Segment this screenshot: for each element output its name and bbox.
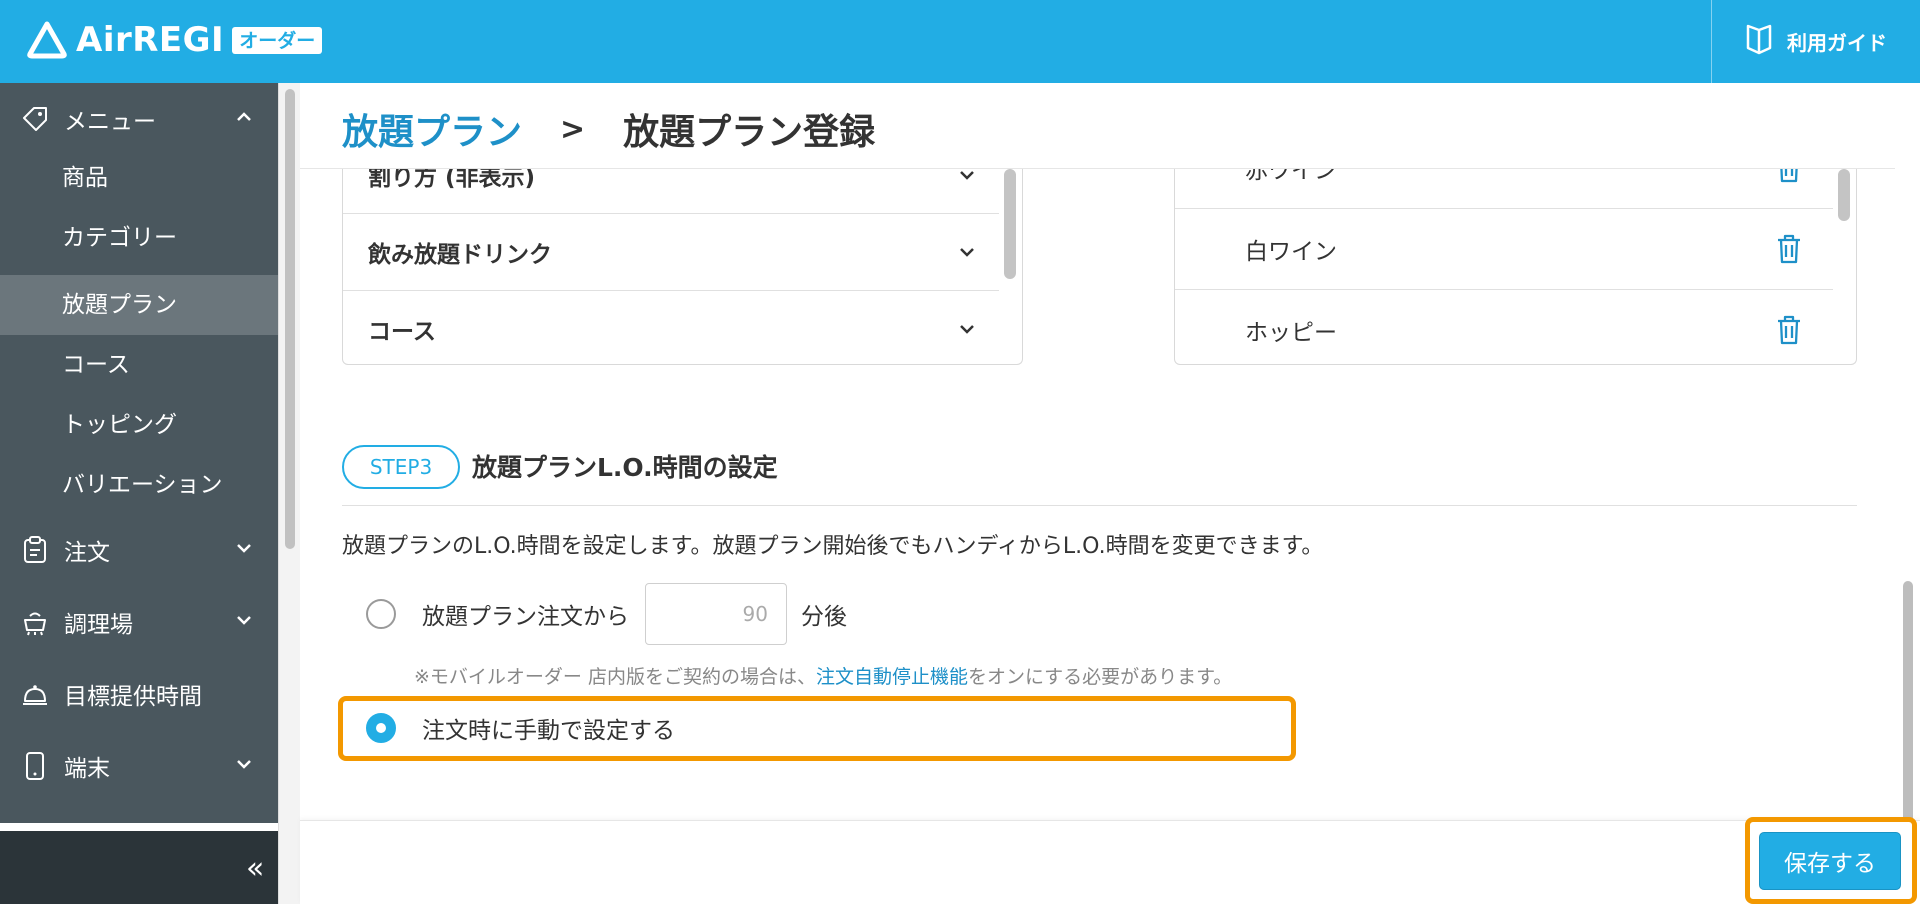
- chevron-down-icon: [957, 319, 977, 339]
- radio-button-off[interactable]: [366, 599, 396, 629]
- chevron-up-icon: [234, 107, 254, 127]
- sidebar-item-label: 注文: [64, 540, 110, 566]
- sidebar-sub-toppings[interactable]: トッピング: [0, 395, 278, 455]
- minutes-unit-label: 分後: [801, 604, 847, 630]
- triangle-logo-icon: [26, 20, 68, 60]
- sidebar-item-label: メニュー: [64, 109, 156, 135]
- sidebar-item-kitchen[interactable]: 調理場: [0, 592, 278, 652]
- sidebar-item-label: 目標提供時間: [64, 684, 202, 710]
- accordion-row-label: 飲み放題ドリンク: [368, 242, 552, 268]
- sidebar-sub-plans[interactable]: 放題プラン: [0, 275, 278, 335]
- sidebar-item-devices[interactable]: 端末: [0, 736, 278, 796]
- app-header: AirREGI オーダー 利用ガイド: [0, 0, 1920, 83]
- accordion-row-all-you-can-drink[interactable]: 飲み放題ドリンク: [343, 214, 999, 291]
- auto-stop-feature-link[interactable]: 注文自動停止機能: [816, 666, 968, 688]
- radio-option-minutes-after-order[interactable]: 放題プラン注文から 90 分後: [366, 583, 847, 645]
- sidebar-sub-categories[interactable]: カテゴリー: [0, 208, 278, 268]
- left-panel-scroll-thumb[interactable]: [1004, 169, 1016, 279]
- note-text: ※モバイルオーダー 店内版をご契約の場合は、: [414, 666, 816, 688]
- radio-label: 放題プラン注文から: [422, 604, 629, 630]
- sidebar-scrollbar[interactable]: [278, 83, 300, 904]
- sidebar-sub-products[interactable]: 商品: [0, 148, 278, 208]
- tag-icon: [20, 104, 50, 134]
- sidebar-item-label: 調理場: [64, 612, 133, 638]
- page-scrollbar[interactable]: [1895, 83, 1920, 891]
- highlight-frame: [338, 696, 1296, 761]
- step-title: 放題プランL.O.時間の設定: [472, 453, 778, 482]
- section-divider: [342, 505, 1857, 506]
- sidebar-item-target-time[interactable]: 目標提供時間: [0, 664, 278, 724]
- accordion-row-course[interactable]: コース: [343, 291, 999, 364]
- breadcrumb-separator: >: [560, 111, 586, 147]
- drink-row-red-wine: 赤ワイン: [1175, 169, 1833, 209]
- selected-drinks-panel: 赤ワイン 白ワイン ホッピー: [1174, 169, 1857, 365]
- logo-text: AirREGI: [76, 20, 225, 60]
- book-icon: [1745, 22, 1773, 61]
- chevron-down-icon: [234, 538, 254, 558]
- cloche-icon: [20, 679, 50, 709]
- note-text: をオンにする必要があります。: [967, 666, 1233, 688]
- chevron-down-icon: [957, 169, 977, 185]
- minutes-input[interactable]: 90: [645, 583, 787, 645]
- sidebar-item-menu[interactable]: メニュー: [0, 89, 278, 149]
- sidebar-sub-courses[interactable]: コース: [0, 335, 278, 395]
- drink-name: 白ワイン: [1245, 239, 1337, 265]
- drink-row-white-wine: 白ワイン: [1175, 209, 1833, 290]
- sidebar-footer: «: [0, 831, 300, 904]
- drink-name: ホッピー: [1245, 320, 1337, 346]
- action-footer: [300, 820, 1920, 904]
- collapse-sidebar-icon[interactable]: «: [246, 851, 276, 886]
- chevron-down-icon: [957, 242, 977, 262]
- right-panel-scroll-thumb[interactable]: [1838, 169, 1850, 221]
- accordion-row-label: コース: [368, 319, 436, 345]
- sidebar-sub-variations[interactable]: バリエーション: [0, 455, 278, 515]
- drink-row-hoppy: ホッピー: [1175, 290, 1833, 364]
- page-title: 放題プラン登録: [623, 112, 876, 153]
- sidebar-item-settings[interactable]: 設定: [0, 808, 278, 823]
- sidebar-item-label: 設定: [64, 821, 110, 823]
- sidebar-item-orders[interactable]: 注文: [0, 520, 278, 580]
- auto-stop-note: ※モバイルオーダー 店内版をご契約の場合は、注文自動停止機能をオンにする必要があ…: [414, 662, 1232, 689]
- trash-icon[interactable]: [1775, 169, 1803, 184]
- breadcrumb: 放題プラン > 放題プラン登録: [342, 103, 875, 155]
- drink-name: 赤ワイン: [1245, 169, 1337, 184]
- highlight-frame: [1745, 817, 1917, 904]
- step-badge: STEP3: [342, 445, 460, 489]
- logo-badge: オーダー: [232, 26, 323, 54]
- sidebar-item-label: 端末: [64, 756, 110, 782]
- trash-icon[interactable]: [1775, 314, 1803, 346]
- sidebar: メニュー 商品 カテゴリー 放題プラン コース トッピング バリエーション 注文…: [0, 83, 278, 823]
- smartphone-icon: [20, 751, 50, 781]
- accordion-row-label: 割り方 (非表示): [368, 169, 536, 191]
- chevron-down-icon: [234, 610, 254, 630]
- user-guide-button[interactable]: 利用ガイド: [1711, 0, 1920, 83]
- clipboard-icon: [20, 535, 50, 565]
- cooking-pot-icon: [20, 607, 50, 637]
- user-guide-label: 利用ガイド: [1787, 31, 1887, 55]
- sidebar-scroll-thumb[interactable]: [285, 89, 295, 549]
- airregi-logo[interactable]: AirREGI オーダー: [26, 20, 323, 60]
- accordion-row-split[interactable]: 割り方 (非表示): [343, 169, 999, 214]
- chevron-down-icon: [234, 754, 254, 774]
- trash-icon[interactable]: [1775, 233, 1803, 265]
- step-description: 放題プランのL.O.時間を設定します。放題プラン開始後でもハンディからL.O.時…: [342, 534, 1324, 559]
- category-accordion-panel: 割り方 (非表示) 飲み放題ドリンク コース: [342, 169, 1023, 365]
- breadcrumb-parent-link[interactable]: 放題プラン: [342, 103, 522, 155]
